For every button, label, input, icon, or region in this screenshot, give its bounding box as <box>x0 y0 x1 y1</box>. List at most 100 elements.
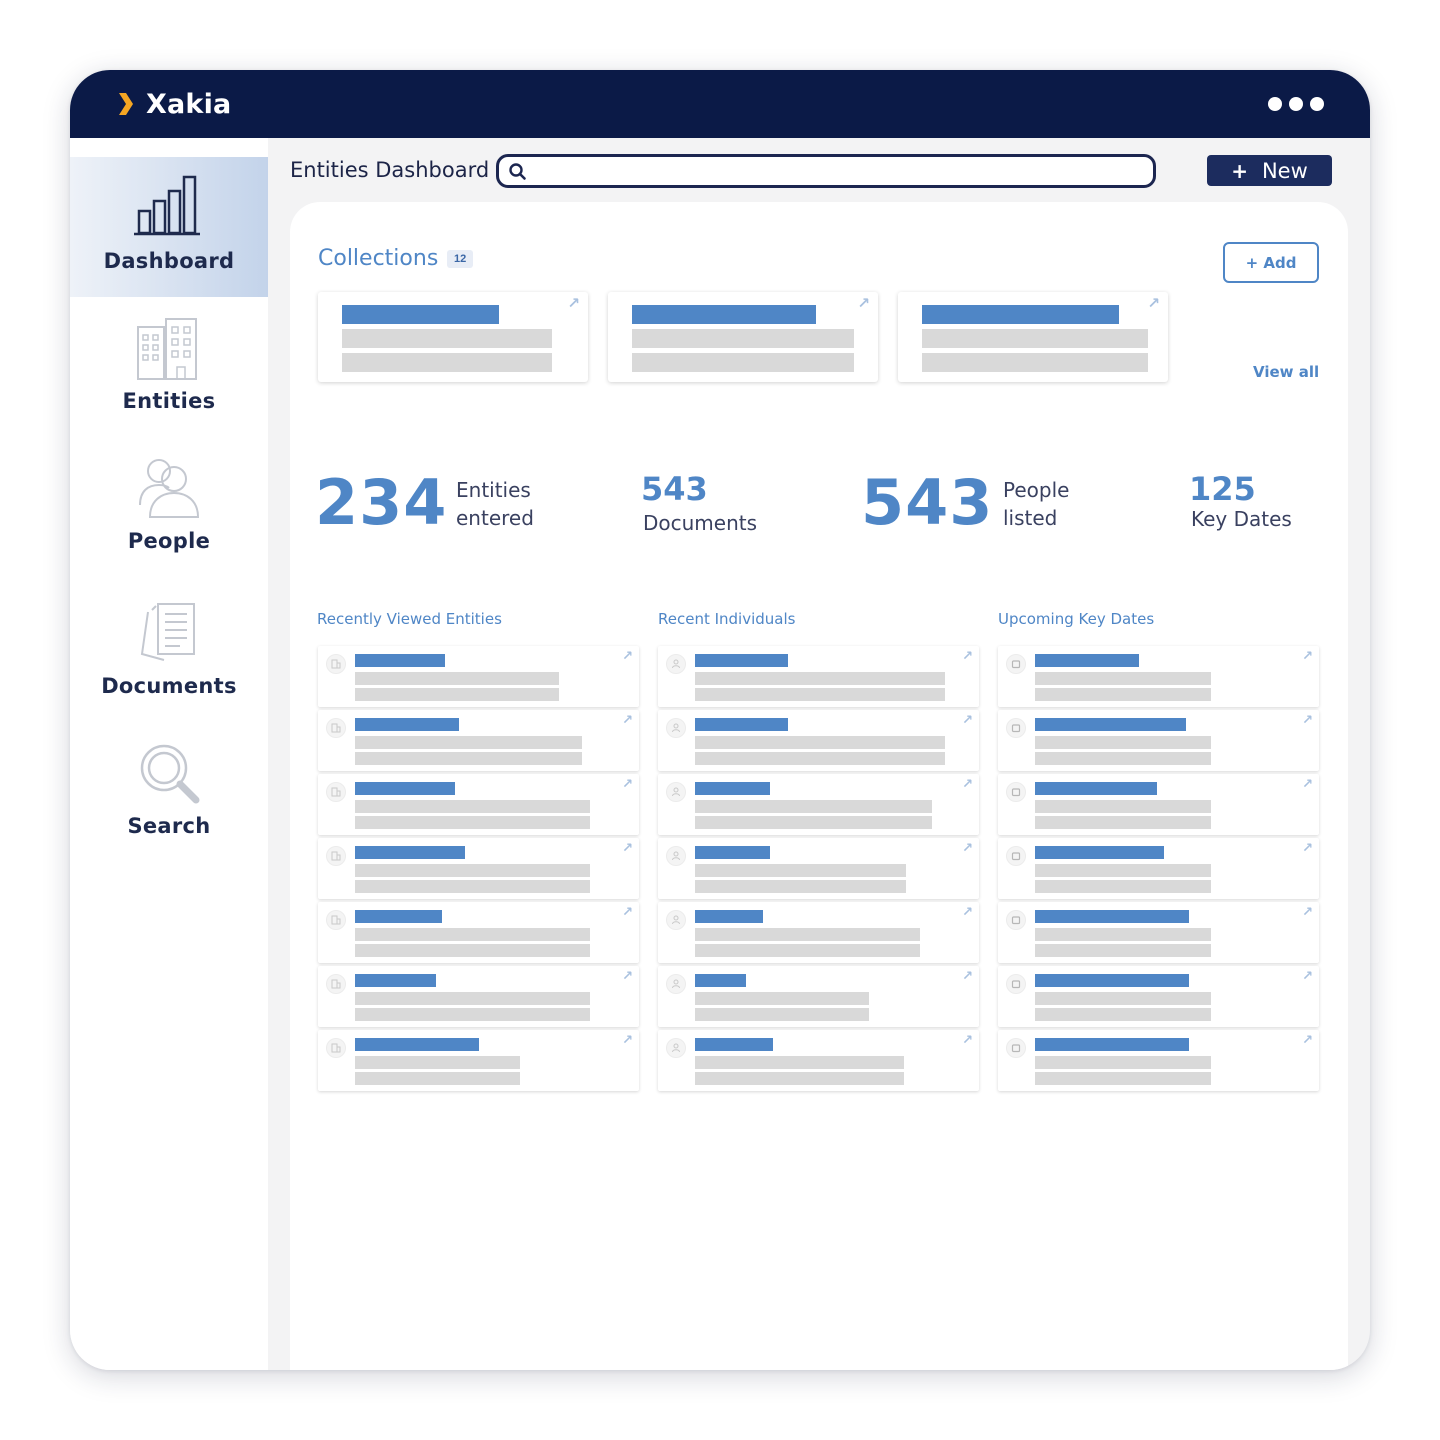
list-item[interactable]: ↗ <box>998 774 1319 835</box>
building-icon <box>326 846 346 866</box>
list-item[interactable]: ↗ <box>658 838 979 899</box>
list-item[interactable]: ↗ <box>998 838 1319 899</box>
list-item[interactable]: ↗ <box>658 710 979 771</box>
open-arrow-icon: ↗ <box>1302 648 1313 663</box>
open-arrow-icon: ↗ <box>1302 776 1313 791</box>
person-icon <box>666 718 686 738</box>
open-arrow-icon: ↗ <box>622 648 633 663</box>
open-arrow-icon: ↗ <box>962 648 973 663</box>
main-panel: Collections 12 + Add View all ↗ ↗ ↗ 234 … <box>290 202 1348 1370</box>
sidebar-item-people[interactable]: People <box>70 437 268 577</box>
open-arrow-icon: ↗ <box>622 776 633 791</box>
stat-keydates-label: Key Dates <box>1191 507 1292 531</box>
calendar-icon <box>1006 782 1026 802</box>
calendar-icon <box>1006 910 1026 930</box>
building-icon <box>326 1038 346 1058</box>
open-arrow-icon: ↗ <box>1302 712 1313 727</box>
sidebar-item-search[interactable]: Search <box>70 722 268 862</box>
building-icon <box>326 910 346 930</box>
new-button[interactable]: + New <box>1207 155 1332 186</box>
top-bar: Xakia <box>70 70 1370 138</box>
open-arrow-icon: ↗ <box>622 904 633 919</box>
person-icon <box>666 910 686 930</box>
list-item[interactable]: ↗ <box>998 646 1319 707</box>
brand-name: Xakia <box>146 88 232 120</box>
list-item[interactable]: ↗ <box>318 710 639 771</box>
open-arrow-icon: ↗ <box>962 968 973 983</box>
list-item[interactable]: ↗ <box>658 902 979 963</box>
search-input[interactable] <box>535 159 1135 183</box>
open-arrow-icon: ↗ <box>1302 840 1313 855</box>
list-item[interactable]: ↗ <box>318 646 639 707</box>
more-menu-icon[interactable] <box>1268 97 1324 111</box>
collection-card[interactable]: ↗ <box>898 292 1168 382</box>
view-all-link[interactable]: View all <box>1253 363 1319 381</box>
recent-entities-title: Recently Viewed Entities <box>317 610 502 628</box>
list-item[interactable]: ↗ <box>998 1030 1319 1091</box>
stat-keydates-value: 125 <box>1189 470 1256 508</box>
recent-individuals-title: Recent Individuals <box>658 610 796 628</box>
bar-chart-icon <box>134 175 200 236</box>
open-arrow-icon: ↗ <box>962 776 973 791</box>
open-arrow-icon: ↗ <box>962 840 973 855</box>
new-button-label: New <box>1261 158 1308 183</box>
list-item[interactable]: ↗ <box>318 966 639 1027</box>
list-item[interactable]: ↗ <box>658 1030 979 1091</box>
search-icon <box>140 744 200 804</box>
open-arrow-icon: ↗ <box>622 840 633 855</box>
calendar-icon <box>1006 846 1026 866</box>
sidebar-item-label: People <box>127 529 211 553</box>
sidebar-item-label: Search <box>127 814 211 838</box>
open-arrow-icon: ↗ <box>857 295 870 312</box>
search-icon <box>509 163 526 180</box>
sidebar-item-dashboard[interactable]: Dashboard <box>70 157 268 297</box>
list-item[interactable]: ↗ <box>318 902 639 963</box>
sidebar-item-entities[interactable]: Entities <box>70 297 268 437</box>
sidebar-item-label: Dashboard <box>103 249 235 273</box>
stat-documents-value: 543 <box>641 470 708 508</box>
sidebar-item-label: Entities <box>122 389 216 413</box>
list-item[interactable]: ↗ <box>658 966 979 1027</box>
sidebar-item-documents[interactable]: Documents <box>70 582 268 722</box>
documents-icon <box>140 603 195 661</box>
collections-count-badge: 12 <box>447 250 474 268</box>
search-input-box[interactable] <box>496 154 1156 188</box>
list-item[interactable]: ↗ <box>318 774 639 835</box>
stat-people-value: 543 <box>861 466 994 539</box>
open-arrow-icon: ↗ <box>567 295 580 312</box>
list-item[interactable]: ↗ <box>998 902 1319 963</box>
stat-entities-label-2: entered <box>456 506 534 530</box>
collection-card[interactable]: ↗ <box>318 292 588 382</box>
person-icon <box>666 1038 686 1058</box>
list-item[interactable]: ↗ <box>658 646 979 707</box>
list-item[interactable]: ↗ <box>318 1030 639 1091</box>
stat-people-label-1: People <box>1003 478 1070 502</box>
open-arrow-icon: ↗ <box>1302 904 1313 919</box>
open-arrow-icon: ↗ <box>622 968 633 983</box>
stat-entities-value: 234 <box>315 466 448 539</box>
stat-entities-label-1: Entities <box>456 478 531 502</box>
building-icon <box>326 718 346 738</box>
person-icon <box>666 654 686 674</box>
building-icon <box>326 654 346 674</box>
stat-people-label-2: listed <box>1003 506 1058 530</box>
list-item[interactable]: ↗ <box>998 710 1319 771</box>
list-item[interactable]: ↗ <box>658 774 979 835</box>
xakia-logo[interactable]: Xakia <box>118 84 231 124</box>
buildings-icon <box>137 318 197 380</box>
open-arrow-icon: ↗ <box>622 712 633 727</box>
list-item[interactable]: ↗ <box>998 966 1319 1027</box>
plus-icon: + <box>1231 158 1248 183</box>
add-collection-button[interactable]: + Add <box>1223 242 1319 283</box>
open-arrow-icon: ↗ <box>1147 295 1160 312</box>
person-icon <box>666 846 686 866</box>
list-item[interactable]: ↗ <box>318 838 639 899</box>
building-icon <box>326 974 346 994</box>
open-arrow-icon: ↗ <box>962 1032 973 1047</box>
sidebar: Dashboard Entities People Documents Sear… <box>70 138 268 1370</box>
logo-mark-icon <box>119 93 133 115</box>
open-arrow-icon: ↗ <box>1302 968 1313 983</box>
calendar-icon <box>1006 654 1026 674</box>
collection-card[interactable]: ↗ <box>608 292 878 382</box>
page-title: Entities Dashboard <box>290 158 490 182</box>
